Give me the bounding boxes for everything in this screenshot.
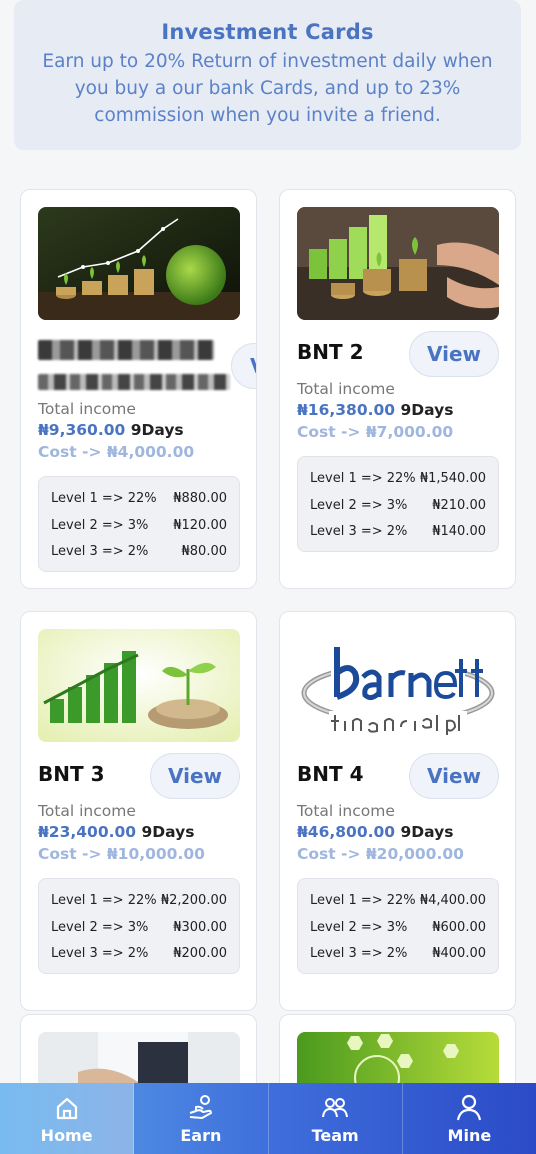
- cost-label: Cost -> ₦20,000.00: [297, 845, 464, 863]
- income-value: ₦46,800.00: [297, 823, 396, 841]
- level-value: ₦120.00: [173, 517, 227, 533]
- level-row: Level 3 => 2% ₦400.00: [310, 941, 486, 968]
- level-value: ₦880.00: [173, 491, 227, 506]
- total-income-label: Total income: [38, 802, 136, 820]
- level-row: Level 1 => 22% ₦1,540.00: [310, 466, 486, 493]
- level-row: Level 3 => 2% ₦140.00: [310, 519, 486, 546]
- level-row: Level 3 => 2% ₦80.00: [51, 539, 227, 566]
- card-name: BNT 2: [297, 340, 364, 364]
- team-icon: [322, 1097, 349, 1117]
- investment-card[interactable]: BNT 2 View Total income ₦16,380.00 9Days…: [279, 189, 516, 589]
- cost-label: Cost -> ₦10,000.00: [38, 845, 205, 863]
- income-value: ₦9,360.00: [38, 421, 126, 439]
- barnett-logo-image: [297, 629, 499, 742]
- level-label: Level 1 => 22%: [310, 471, 416, 486]
- level-row: Level 1 => 22% ₦2,200.00: [51, 888, 227, 915]
- redacted-subtitle: [38, 374, 230, 390]
- level-label: Level 2 => 3%: [51, 919, 149, 935]
- card-image: [38, 629, 240, 742]
- nav-mine-label: Mine: [447, 1125, 492, 1145]
- level-row: Level 2 => 3% ₦210.00: [310, 493, 486, 520]
- nav-home-label: Home: [40, 1125, 93, 1145]
- card-image: [297, 207, 499, 320]
- income-amount: ₦9,360.00 9Days: [38, 421, 184, 439]
- banner-subtitle: Earn up to 20% Return of investment dail…: [42, 51, 493, 126]
- level-commissions: Level 1 => 22% ₦1,540.00 Level 2 => 3% ₦21…: [297, 456, 499, 552]
- level-label: Level 2 => 3%: [310, 497, 408, 513]
- level-label: Level 1 => 22%: [51, 491, 157, 506]
- level-label: Level 3 => 2%: [310, 946, 408, 961]
- income-amount: ₦23,400.00 9Days: [38, 823, 194, 841]
- income-days: 9Days: [400, 823, 454, 841]
- level-value: ₦300.00: [173, 919, 227, 935]
- view-button[interactable]: View: [409, 753, 499, 799]
- investment-card[interactable]: View Total income ₦9,360.00 9Days Cost -…: [20, 189, 257, 589]
- total-income-label: Total income: [297, 802, 395, 820]
- nav-home[interactable]: Home: [0, 1083, 135, 1154]
- level-label: Level 2 => 3%: [51, 517, 149, 533]
- level-commissions: Level 1 => 22% ₦880.00 Level 2 => 3% ₦120.…: [38, 476, 240, 572]
- level-commissions: Level 1 => 22% ₦2,200.00 Level 2 => 3% ₦30…: [38, 878, 240, 974]
- level-row: Level 2 => 3% ₦300.00: [51, 915, 227, 942]
- level-value: ₦1,540.00: [419, 471, 486, 486]
- card-image: [38, 207, 240, 320]
- income-days: 9Days: [130, 421, 184, 439]
- user-icon: [457, 1094, 482, 1120]
- level-label: Level 1 => 22%: [310, 893, 416, 908]
- investment-card[interactable]: BNT 3 View Total income ₦23,400.00 9Days…: [20, 611, 257, 1011]
- level-label: Level 3 => 2%: [310, 524, 408, 539]
- nav-mine[interactable]: Mine: [403, 1083, 536, 1154]
- level-value: ₦200.00: [173, 946, 227, 961]
- nav-earn-label: Earn: [180, 1125, 222, 1145]
- investment-banner: Investment Cards Earn up to 20% Return o…: [14, 0, 521, 150]
- bottom-navigation: Home Earn Team Mine: [0, 1083, 536, 1154]
- level-row: Level 1 => 22% ₦880.00: [51, 486, 227, 513]
- income-value: ₦16,380.00: [297, 401, 396, 419]
- level-value: ₦400.00: [432, 946, 486, 961]
- level-label: Level 3 => 2%: [51, 544, 149, 559]
- level-value: ₦2,200.00: [160, 893, 227, 908]
- income-amount: ₦16,380.00 9Days: [297, 401, 453, 419]
- investment-card[interactable]: BNT 4 View Total income ₦46,800.00 9Days…: [279, 611, 516, 1011]
- redacted-name: [38, 340, 214, 360]
- income-value: ₦23,400.00: [38, 823, 137, 841]
- cost-label: Cost -> ₦4,000.00: [38, 443, 195, 461]
- level-row: Level 2 => 3% ₦120.00: [51, 513, 227, 540]
- total-income-label: Total income: [297, 380, 395, 398]
- card-name: BNT 4: [297, 762, 364, 786]
- income-days: 9Days: [141, 823, 195, 841]
- income-days: 9Days: [400, 401, 454, 419]
- total-income-label: Total income: [38, 400, 136, 418]
- level-row: Level 3 => 2% ₦200.00: [51, 941, 227, 968]
- view-button[interactable]: View: [150, 753, 240, 799]
- nav-team-label: Team: [311, 1125, 359, 1145]
- level-value: ₦80.00: [181, 544, 228, 559]
- card-name: BNT 3: [38, 762, 105, 786]
- level-label: Level 2 => 3%: [310, 919, 408, 935]
- income-amount: ₦46,800.00 9Days: [297, 823, 453, 841]
- level-value: ₦140.00: [432, 524, 486, 539]
- level-label: Level 3 => 2%: [51, 946, 149, 961]
- level-value: ₦210.00: [432, 497, 486, 513]
- banner-title: Investment Cards: [161, 20, 374, 44]
- level-commissions: Level 1 => 22% ₦4,400.00 Level 2 => 3% ₦60…: [297, 878, 499, 974]
- view-button[interactable]: View: [409, 331, 499, 377]
- view-button[interactable]: View: [231, 343, 256, 389]
- home-icon: [56, 1097, 77, 1119]
- level-row: Level 2 => 3% ₦600.00: [310, 915, 486, 942]
- nav-earn[interactable]: Earn: [134, 1083, 269, 1154]
- hand-coin-icon: [189, 1094, 212, 1119]
- level-value: ₦600.00: [432, 919, 486, 935]
- level-label: Level 1 => 22%: [51, 893, 157, 908]
- cost-label: Cost -> ₦7,000.00: [297, 423, 454, 441]
- level-value: ₦4,400.00: [419, 893, 486, 908]
- level-row: Level 1 => 22% ₦4,400.00: [310, 888, 486, 915]
- nav-team[interactable]: Team: [269, 1083, 403, 1154]
